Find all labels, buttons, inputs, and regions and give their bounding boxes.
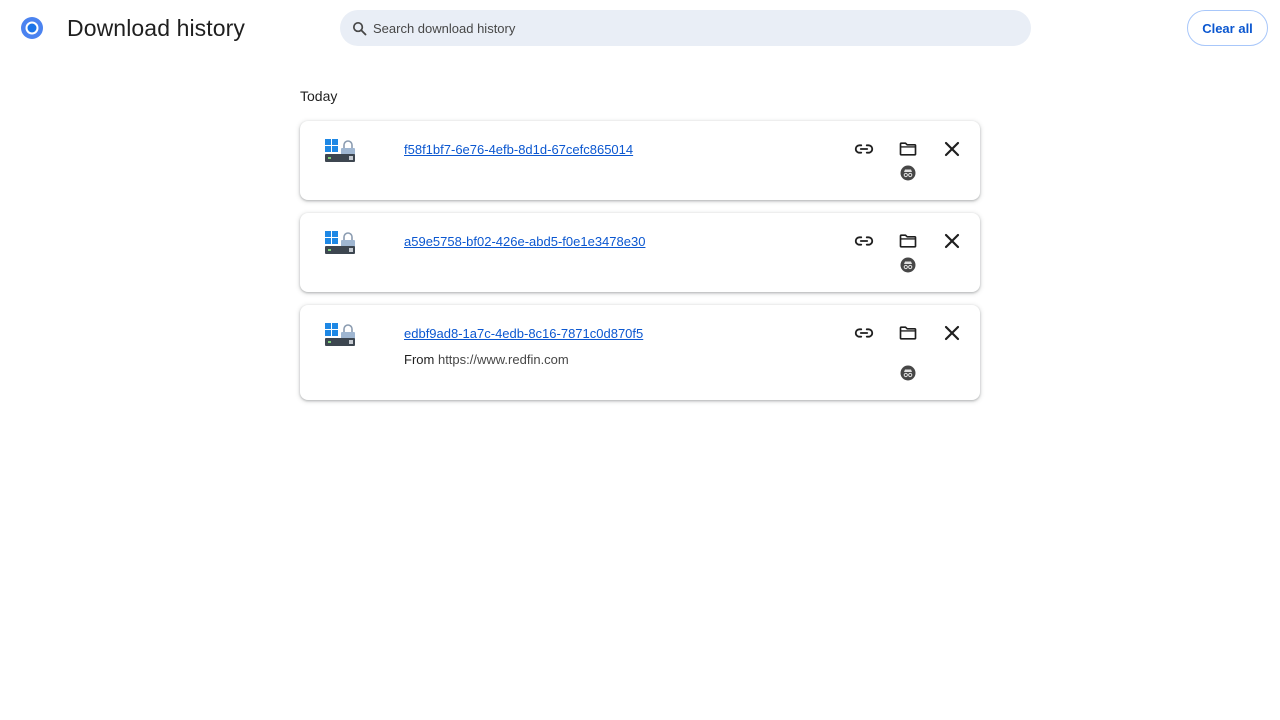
windows-installer-icon <box>325 139 355 162</box>
download-filename-link[interactable]: edbf9ad8-1a7c-4edb-8c16-7871c0d870f5 <box>404 326 643 341</box>
download-item: f58f1bf7-6e76-4efb-8d1d-67cefc865014 <box>300 121 980 200</box>
header: Download history Clear all <box>0 0 1280 56</box>
search-icon <box>352 21 367 36</box>
page-title: Download history <box>67 15 246 41</box>
search-bar[interactable] <box>340 10 1031 46</box>
copy-link-button[interactable] <box>850 135 878 163</box>
download-source: From https://www.redfin.com <box>404 352 569 367</box>
link-icon <box>854 328 874 338</box>
remove-item-button[interactable] <box>938 135 966 163</box>
close-icon <box>944 233 960 249</box>
show-in-folder-button[interactable] <box>894 135 922 163</box>
link-icon <box>854 144 874 154</box>
clear-all-button[interactable]: Clear all <box>1187 10 1268 46</box>
download-filename-link[interactable]: f58f1bf7-6e76-4efb-8d1d-67cefc865014 <box>404 142 633 157</box>
search-input[interactable] <box>373 10 1013 46</box>
section-label-today: Today <box>300 88 338 104</box>
download-item: a59e5758-bf02-426e-abd5-f0e1e3478e30 <box>300 213 980 292</box>
chrome-logo-icon <box>21 17 43 39</box>
incognito-icon <box>900 365 916 381</box>
source-url: https://www.redfin.com <box>437 352 569 367</box>
show-in-folder-button[interactable] <box>894 319 922 347</box>
close-icon <box>944 141 960 157</box>
download-filename-link[interactable]: a59e5758-bf02-426e-abd5-f0e1e3478e30 <box>404 234 645 249</box>
windows-installer-icon <box>325 231 355 254</box>
download-item: edbf9ad8-1a7c-4edb-8c16-7871c0d870f5 Fro… <box>300 305 980 400</box>
incognito-icon <box>900 257 916 273</box>
from-label: From <box>404 352 435 367</box>
folder-icon <box>899 234 917 248</box>
copy-link-button[interactable] <box>850 319 878 347</box>
folder-icon <box>899 326 917 340</box>
incognito-icon <box>900 165 916 181</box>
close-icon <box>944 325 960 341</box>
link-icon <box>854 236 874 246</box>
windows-installer-icon <box>325 323 355 346</box>
folder-icon <box>899 142 917 156</box>
remove-item-button[interactable] <box>938 319 966 347</box>
show-in-folder-button[interactable] <box>894 227 922 255</box>
copy-link-button[interactable] <box>850 227 878 255</box>
remove-item-button[interactable] <box>938 227 966 255</box>
